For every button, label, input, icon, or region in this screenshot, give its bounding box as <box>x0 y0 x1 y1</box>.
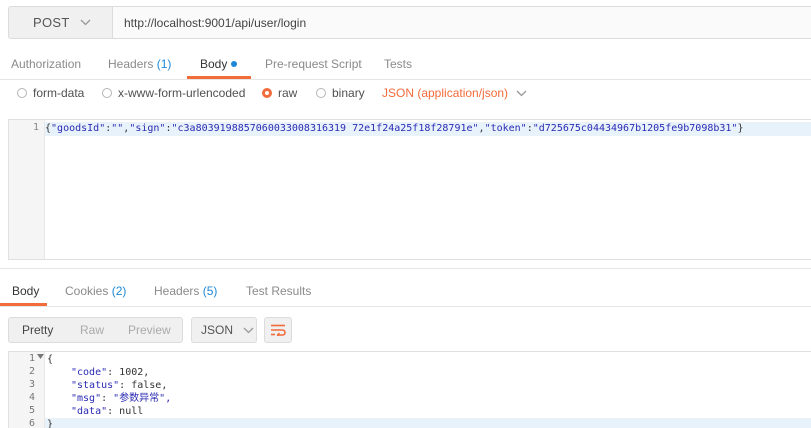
response-body-editor[interactable]: 1 2 3 4 5 6 { "code": 1002, "status": fa… <box>8 351 811 428</box>
radio-icon <box>17 88 27 98</box>
chevron-down-icon <box>516 90 527 96</box>
radio-binary[interactable]: binary <box>316 86 365 100</box>
chevron-down-icon <box>80 19 91 26</box>
modified-dot-icon <box>231 61 238 67</box>
response-tab-headers[interactable]: Headers (5) <box>154 284 217 298</box>
code-line: "status": false, <box>71 380 168 391</box>
section-divider <box>0 268 811 269</box>
response-headers-count: (5) <box>202 284 218 298</box>
view-pretty-button[interactable]: Pretty <box>22 318 53 342</box>
code-line: "code": 1002, <box>71 367 150 378</box>
url-text: http://localhost:9001/api/user/login <box>124 15 307 30</box>
response-tab-test-results[interactable]: Test Results <box>246 284 311 298</box>
line-number: 1 <box>32 122 39 133</box>
chevron-down-icon <box>243 327 254 333</box>
format-select[interactable]: JSON <box>191 317 257 343</box>
line-number: 1 <box>28 353 35 364</box>
response-tab-divider <box>0 306 811 307</box>
body-type-selector: form-data x-www-form-urlencoded raw bina… <box>0 86 811 110</box>
tab-tests[interactable]: Tests <box>384 57 412 71</box>
code-line: "data": null <box>71 406 144 417</box>
cookies-count: (2) <box>111 284 127 298</box>
tab-divider <box>0 79 811 80</box>
line-gutter: 1 <box>9 120 45 259</box>
radio-x-www-form-urlencoded[interactable]: x-www-form-urlencoded <box>102 86 245 100</box>
tab-authorization[interactable]: Authorization <box>11 57 81 71</box>
radio-raw[interactable]: raw <box>262 86 297 100</box>
method-label: POST <box>33 15 70 30</box>
code-line: "msg": "参数异常", <box>71 393 172 404</box>
radio-icon <box>316 88 326 98</box>
tab-headers[interactable]: Headers (1) <box>108 57 171 71</box>
url-input[interactable]: http://localhost:9001/api/user/login <box>112 6 811 39</box>
line-number: 6 <box>28 418 35 428</box>
response-tab-cookies[interactable]: Cookies (2) <box>65 284 126 298</box>
radio-icon <box>102 88 112 98</box>
radio-form-data[interactable]: form-data <box>17 86 84 100</box>
view-mode-group: Pretty Raw Preview <box>8 317 183 343</box>
fold-arrow-icon[interactable] <box>37 354 44 359</box>
line-number: 5 <box>28 405 35 416</box>
request-url-bar: POST http://localhost:9001/api/user/logi… <box>0 0 811 44</box>
line-number: 4 <box>28 392 35 403</box>
content-type-label: JSON (application/json) <box>382 86 509 100</box>
wrap-lines-button[interactable] <box>264 317 292 343</box>
view-preview-button[interactable]: Preview <box>128 318 171 342</box>
response-tab-body[interactable]: Body <box>12 284 39 298</box>
method-select[interactable]: POST <box>8 6 112 39</box>
radio-selected-icon <box>262 88 272 98</box>
line-number: 3 <box>28 379 35 390</box>
wrap-lines-icon <box>271 324 286 336</box>
code-line: { <box>47 354 54 365</box>
tab-pre-request-script[interactable]: Pre-request Script <box>265 57 362 71</box>
line-number: 2 <box>28 366 35 377</box>
format-label: JSON <box>201 323 234 337</box>
code-line: } <box>45 418 811 428</box>
tab-body[interactable]: Body <box>200 57 238 71</box>
code-line[interactable]: {"goodsId":"","sign":"c3a803919885706003… <box>45 122 811 136</box>
headers-count: (1) <box>156 57 172 71</box>
content-type-select[interactable]: JSON (application/json) <box>382 86 527 100</box>
view-raw-button[interactable]: Raw <box>80 318 104 342</box>
request-body-editor[interactable]: 1 {"goodsId":"","sign":"c3a8039198857060… <box>8 119 811 260</box>
